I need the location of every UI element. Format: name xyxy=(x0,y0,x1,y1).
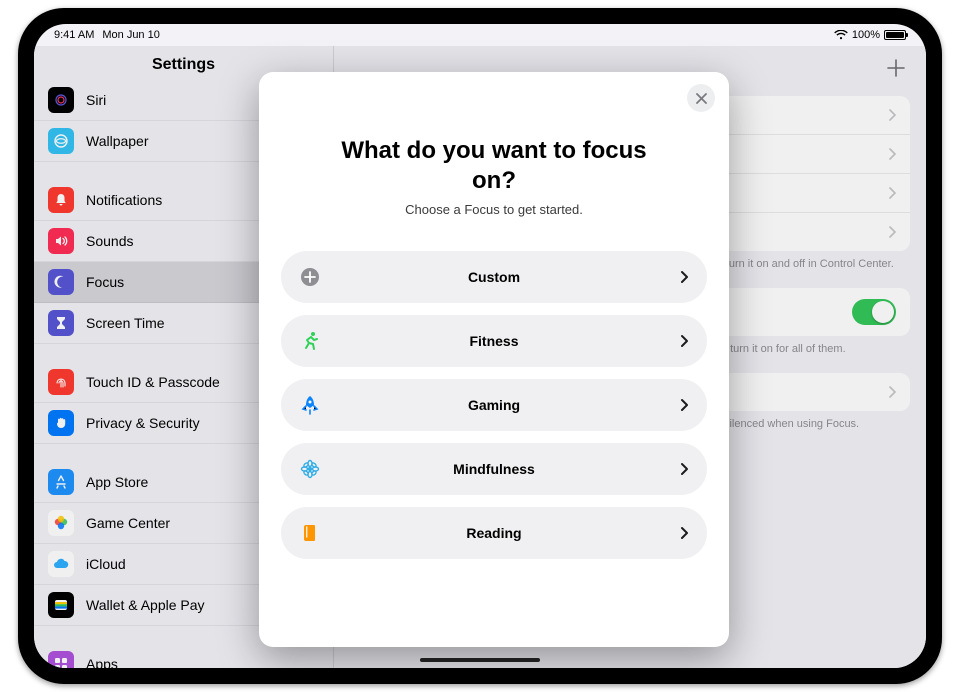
sidebar-item-label: iCloud xyxy=(86,556,126,572)
battery-percent: 100% xyxy=(852,29,880,41)
flower-icon xyxy=(299,458,321,480)
hand-icon xyxy=(48,410,74,436)
chevron-right-icon xyxy=(680,462,689,476)
sidebar-item-label: Wallpaper xyxy=(86,133,149,149)
cloud-icon xyxy=(48,551,74,577)
speaker-icon xyxy=(48,228,74,254)
running-icon xyxy=(299,330,321,352)
gamecenter-icon xyxy=(48,510,74,536)
chevron-right-icon xyxy=(680,270,689,284)
sidebar-item-label: Sounds xyxy=(86,233,133,249)
focus-option-label: Fitness xyxy=(281,333,707,349)
sidebar-item-label: Apps xyxy=(86,656,118,668)
sidebar-item-label: Wallet & Apple Pay xyxy=(86,597,205,613)
chevron-right-icon xyxy=(680,526,689,540)
device-frame: 9:41 AM Mon Jun 10 100% Settings SiriWal… xyxy=(18,8,942,684)
battery-icon xyxy=(884,30,906,40)
add-focus-button[interactable] xyxy=(882,54,910,82)
wallet-icon xyxy=(48,592,74,618)
status-date: Mon Jun 10 xyxy=(102,29,159,41)
focus-option-gaming[interactable]: Gaming xyxy=(281,379,707,431)
status-bar: 9:41 AM Mon Jun 10 100% xyxy=(34,24,926,46)
focus-option-mindfulness[interactable]: Mindfulness xyxy=(281,443,707,495)
focus-picker-modal: What do you want to focus on? Choose a F… xyxy=(259,72,729,647)
fingerprint-icon xyxy=(48,369,74,395)
close-button[interactable] xyxy=(687,84,715,112)
bell-icon xyxy=(48,187,74,213)
sidebar-item-label: Touch ID & Passcode xyxy=(86,374,220,390)
sidebar-item-label: Notifications xyxy=(86,192,162,208)
screen: 9:41 AM Mon Jun 10 100% Settings SiriWal… xyxy=(34,24,926,668)
focus-option-label: Reading xyxy=(281,525,707,541)
status-time: 9:41 AM xyxy=(54,29,94,41)
modal-subtitle: Choose a Focus to get started. xyxy=(259,202,729,251)
wallpaper-icon xyxy=(48,128,74,154)
share-toggle[interactable] xyxy=(852,299,896,325)
sidebar-item-label: App Store xyxy=(86,474,148,490)
sidebar-item-label: Privacy & Security xyxy=(86,415,200,431)
chevron-right-icon xyxy=(680,334,689,348)
plus-circle-icon xyxy=(299,266,321,288)
modal-title: What do you want to focus on? xyxy=(259,112,729,202)
focus-option-fitness[interactable]: Fitness xyxy=(281,315,707,367)
siri-icon xyxy=(48,87,74,113)
sidebar-item-label: Focus xyxy=(86,274,124,290)
focus-option-label: Gaming xyxy=(281,397,707,413)
focus-option-custom[interactable]: Custom xyxy=(281,251,707,303)
sidebar-item-apps[interactable]: Apps xyxy=(34,644,333,668)
chevron-right-icon xyxy=(680,398,689,412)
book-icon xyxy=(299,522,321,544)
focus-option-reading[interactable]: Reading xyxy=(281,507,707,559)
sidebar-item-label: Game Center xyxy=(86,515,170,531)
focus-option-list: Custom Fitness Gaming Mindfulness Reading xyxy=(259,251,729,559)
focus-option-label: Custom xyxy=(281,269,707,285)
appstore-icon xyxy=(48,469,74,495)
rocket-icon xyxy=(299,394,321,416)
home-indicator[interactable] xyxy=(420,658,540,662)
sidebar-item-label: Siri xyxy=(86,92,106,108)
sidebar-item-label: Screen Time xyxy=(86,315,165,331)
wifi-icon xyxy=(834,30,848,40)
focus-option-label: Mindfulness xyxy=(281,461,707,477)
hourglass-icon xyxy=(48,310,74,336)
apps-icon xyxy=(48,651,74,668)
moon-icon xyxy=(48,269,74,295)
